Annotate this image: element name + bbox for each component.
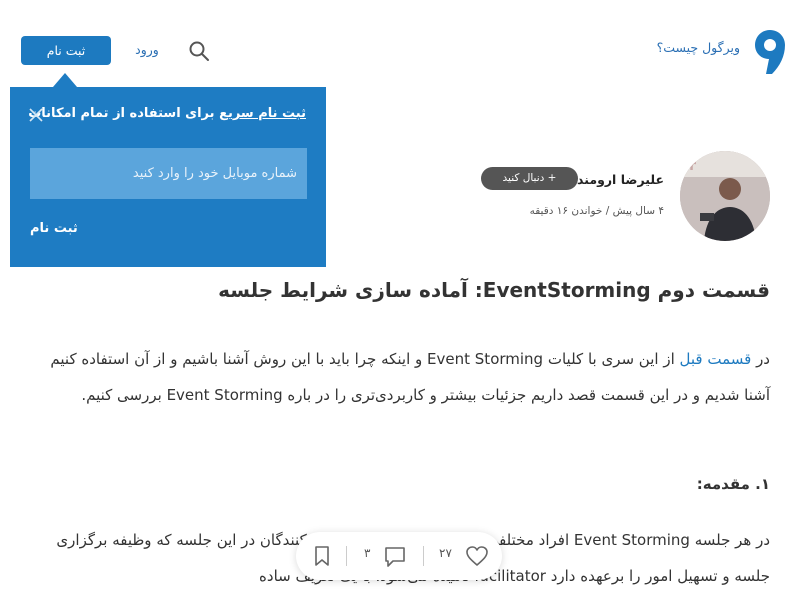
- login-link[interactable]: ورود: [130, 42, 164, 57]
- p1-prefix: در: [751, 350, 770, 368]
- action-bar: ۳ ۲۷: [296, 532, 502, 580]
- signup-popup: ثبت نام سریع برای استفاده از تمام امکانا…: [10, 87, 326, 267]
- signup-button[interactable]: ثبت نام: [21, 36, 111, 65]
- popup-arrow: [53, 73, 77, 87]
- previous-part-link[interactable]: قسمت قبل: [680, 350, 752, 368]
- p1-text: از این سری با کلیات Event Storming و این…: [50, 350, 770, 404]
- popup-signup-button[interactable]: ثبت نام: [30, 221, 78, 236]
- popup-title-rest: برای استفاده از تمام امکانات: [28, 106, 220, 121]
- author-name[interactable]: علیرضا ارومند: [577, 172, 664, 187]
- article-title: قسمت دوم EventStorming: آماده سازی شرایط…: [218, 278, 770, 302]
- like-count: ۲۷: [439, 546, 452, 560]
- virgool-logo-icon[interactable]: [754, 26, 786, 78]
- section-heading-intro: ۱. مقدمه:: [696, 475, 770, 493]
- comment-count: ۳: [364, 546, 371, 560]
- bookmark-icon[interactable]: [312, 542, 332, 570]
- popup-title: ثبت نام سریع برای استفاده از تمام امکانا…: [28, 106, 306, 121]
- phone-number-input[interactable]: [30, 148, 307, 199]
- search-icon[interactable]: [188, 40, 210, 62]
- heart-icon[interactable]: [464, 542, 490, 570]
- divider: [423, 546, 424, 566]
- article-paragraph-1: در قسمت قبل از این سری با کلیات Event St…: [30, 341, 770, 413]
- avatar-banner-text: Modular: [680, 158, 696, 174]
- popup-title-strong: ثبت نام سریع: [219, 106, 306, 121]
- avatar[interactable]: Modular: [680, 151, 770, 241]
- about-virgool-link[interactable]: ویرگول چیست؟: [650, 40, 740, 55]
- divider: [346, 546, 347, 566]
- comment-icon[interactable]: [382, 542, 408, 570]
- close-icon[interactable]: [28, 107, 44, 123]
- follow-button[interactable]: + دنبال کنید: [481, 167, 578, 190]
- post-meta: ۴ سال پیش / خواندن ۱۶ دقیقه: [529, 205, 664, 217]
